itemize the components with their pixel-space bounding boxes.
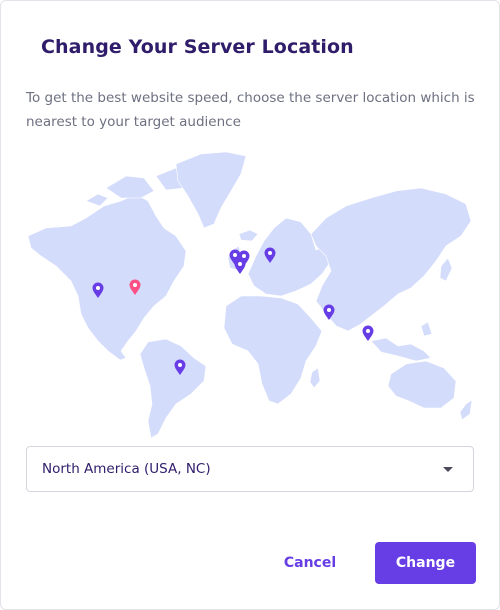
world-map-svg bbox=[27, 151, 473, 439]
map-pin-icon bbox=[362, 325, 374, 341]
map-sea-islands bbox=[370, 321, 433, 362]
world-map bbox=[26, 146, 476, 441]
map-north-america bbox=[27, 193, 187, 361]
map-madagascar bbox=[309, 367, 321, 389]
map-pin-dot bbox=[178, 363, 182, 367]
map-pin-dot bbox=[366, 329, 370, 333]
chevron-down-icon bbox=[443, 467, 453, 472]
map-pin-dot bbox=[242, 254, 246, 258]
dialog-description: To get the best website speed, choose th… bbox=[26, 90, 475, 130]
location-select-value: North America (USA, NC) bbox=[42, 461, 211, 477]
map-pin-dot bbox=[96, 286, 100, 290]
map-new-zealand bbox=[459, 399, 473, 421]
change-button[interactable]: Change bbox=[375, 542, 476, 584]
map-pin-dot bbox=[327, 308, 331, 312]
pin-france-marker[interactable] bbox=[234, 258, 246, 275]
map-iceland bbox=[238, 229, 259, 242]
server-location-dialog: Change Your Server Location To get the b… bbox=[0, 0, 500, 610]
map-pin-dot bbox=[268, 251, 272, 255]
map-japan bbox=[439, 257, 453, 282]
pin-singapore-marker[interactable] bbox=[362, 325, 374, 342]
map-australia bbox=[387, 360, 457, 409]
map-greenland bbox=[175, 151, 247, 229]
cancel-button[interactable]: Cancel bbox=[271, 542, 349, 584]
map-pin-icon bbox=[234, 258, 246, 274]
map-pin-dot bbox=[233, 253, 237, 257]
dialog-title: Change Your Server Location bbox=[41, 36, 354, 58]
location-select[interactable]: North America (USA, NC) bbox=[26, 446, 474, 492]
map-africa bbox=[223, 295, 323, 405]
map-pin-dot bbox=[238, 262, 242, 266]
map-south-america bbox=[139, 338, 207, 439]
map-pin-dot bbox=[133, 283, 137, 287]
